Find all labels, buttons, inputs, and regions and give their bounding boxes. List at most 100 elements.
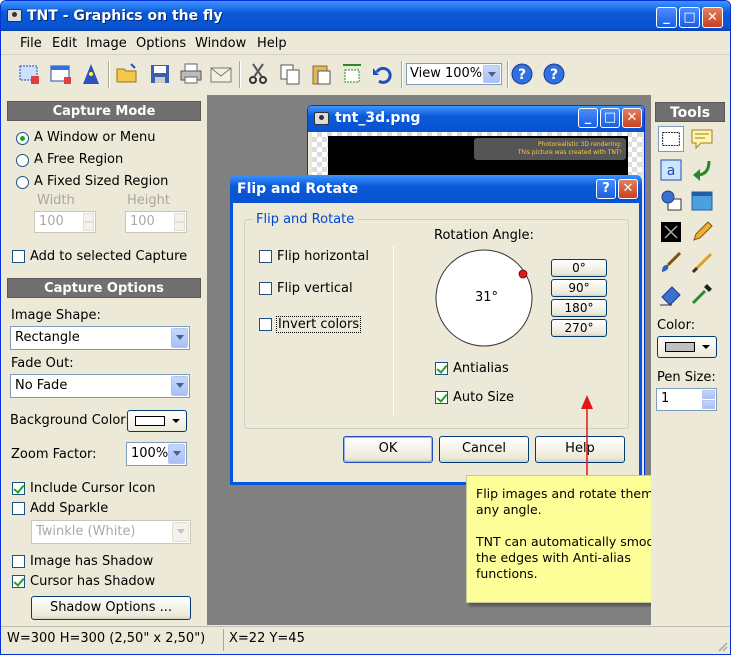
menu-help[interactable]: Help: [257, 36, 287, 51]
image-window-title-bar[interactable]: tnt_3d.png _ □ ✕: [308, 106, 644, 132]
chevron-down-icon[interactable]: [168, 444, 185, 464]
ok-button[interactable]: OK: [343, 436, 433, 463]
comment-tool-icon[interactable]: [689, 126, 715, 152]
angle-270-button[interactable]: 270°: [551, 319, 607, 337]
context-help-icon[interactable]: ?: [510, 62, 534, 86]
resize-grip-icon[interactable]: [716, 640, 728, 652]
zoom-factor-select[interactable]: 100%: [126, 442, 187, 466]
arrow-tool-icon[interactable]: [689, 157, 715, 183]
background-color-picker[interactable]: [127, 410, 187, 432]
title-bar[interactable]: TNT - Graphics on the fly _ □ ✕: [1, 1, 730, 31]
flip-horizontal-checkbox[interactable]: [259, 250, 272, 263]
height-spinner[interactable]: 100: [125, 211, 187, 233]
menu-file[interactable]: File: [20, 36, 42, 51]
image-shadow-checkbox[interactable]: [12, 555, 25, 568]
select-tool-icon[interactable]: [658, 126, 684, 152]
image-shadow-label[interactable]: Image has Shadow: [30, 554, 153, 569]
capture-region-icon[interactable]: [17, 62, 41, 86]
cut-icon[interactable]: [246, 62, 270, 86]
open-folder-icon[interactable]: [115, 62, 139, 86]
dialog-help-button[interactable]: ?: [596, 179, 616, 199]
sparkle-select[interactable]: Twinkle (White): [31, 520, 191, 544]
help-icon[interactable]: ?: [542, 62, 566, 86]
angle-180-button[interactable]: 180°: [551, 299, 607, 317]
eyedropper-tool-icon[interactable]: [689, 281, 715, 307]
spin-down-icon[interactable]: [702, 400, 715, 409]
dialog-close-button[interactable]: ✕: [618, 179, 638, 199]
save-icon[interactable]: [148, 62, 172, 86]
fade-out-select[interactable]: No Fade: [10, 374, 190, 398]
text-tool-icon[interactable]: a: [658, 157, 684, 183]
add-sparkle-label[interactable]: Add Sparkle: [30, 501, 108, 516]
print-icon[interactable]: [179, 62, 203, 86]
line-tool-icon[interactable]: [689, 250, 715, 276]
toolbar: View 100% ? ?: [1, 56, 730, 94]
image-minimize-button[interactable]: _: [578, 108, 598, 128]
fade-out-label: Fade Out:: [11, 356, 74, 371]
auto-size-label[interactable]: Auto Size: [453, 390, 514, 405]
cursor-shadow-label[interactable]: Cursor has Shadow: [30, 574, 155, 589]
view-zoom-select[interactable]: View 100%: [406, 63, 502, 85]
capture-window-icon[interactable]: [49, 62, 73, 86]
flip-vertical-checkbox[interactable]: [259, 282, 272, 295]
angle-90-button[interactable]: 90°: [551, 279, 607, 297]
image-shape-select[interactable]: Rectangle: [10, 326, 190, 350]
cancel-button[interactable]: Cancel: [439, 436, 529, 463]
menu-options[interactable]: Options: [136, 36, 186, 51]
radio-window-or-menu[interactable]: [16, 132, 29, 145]
radio-free-region[interactable]: [16, 154, 29, 167]
resize-icon[interactable]: [340, 62, 364, 86]
paste-icon[interactable]: [309, 62, 333, 86]
brush-tool-icon[interactable]: [658, 250, 684, 276]
cursor-shadow-checkbox[interactable]: [12, 575, 25, 588]
chevron-down-icon[interactable]: [172, 522, 189, 542]
menu-edit[interactable]: Edit: [52, 36, 77, 51]
radio-fixed-region[interactable]: [16, 176, 29, 189]
dialog-title-bar[interactable]: Flip and Rotate ? ✕: [230, 175, 642, 203]
add-sparkle-checkbox[interactable]: [12, 502, 25, 515]
chevron-down-icon[interactable]: [171, 328, 188, 348]
color-tool-icon[interactable]: [658, 219, 684, 245]
undo-icon[interactable]: [371, 62, 395, 86]
radio-free-region-label[interactable]: A Free Region: [34, 152, 123, 167]
pen-color-picker[interactable]: [657, 336, 717, 358]
pen-size-spinner[interactable]: 1: [656, 388, 717, 411]
shadow-options-button[interactable]: Shadow Options ...: [31, 596, 191, 620]
close-button[interactable]: ✕: [702, 7, 723, 28]
image-close-button[interactable]: ✕: [622, 108, 642, 128]
angle-0-button[interactable]: 0°: [551, 259, 607, 277]
flip-vertical-label[interactable]: Flip vertical: [277, 281, 353, 296]
add-to-selected-label[interactable]: Add to selected Capture: [30, 249, 187, 264]
camera-app-icon[interactable]: [7, 9, 22, 22]
width-label: Width: [37, 193, 75, 208]
width-spinner[interactable]: 100: [34, 211, 96, 233]
add-to-selected-checkbox[interactable]: [12, 250, 25, 263]
wizard-icon[interactable]: [79, 62, 103, 86]
group-divider: [393, 246, 394, 416]
pencil-tool-icon[interactable]: [689, 219, 715, 245]
invert-colors-label[interactable]: Invert colors: [275, 316, 362, 333]
minimize-button[interactable]: _: [656, 7, 677, 28]
include-cursor-checkbox[interactable]: [12, 482, 25, 495]
image-maximize-button[interactable]: □: [600, 108, 620, 128]
invert-colors-checkbox[interactable]: [259, 318, 272, 331]
auto-size-checkbox[interactable]: [435, 391, 448, 404]
menu-image[interactable]: Image: [86, 36, 127, 51]
eraser-tool-icon[interactable]: [658, 281, 684, 307]
color-label: Color:: [657, 318, 696, 333]
spin-up-icon[interactable]: [702, 390, 715, 399]
radio-window-or-menu-label[interactable]: A Window or Menu: [34, 130, 156, 145]
radio-fixed-region-label[interactable]: A Fixed Sized Region: [34, 174, 168, 189]
email-icon[interactable]: [209, 62, 233, 86]
copy-icon[interactable]: [278, 62, 302, 86]
maximize-button[interactable]: □: [679, 7, 700, 28]
fill-tool-icon[interactable]: [689, 188, 715, 214]
shapes-tool-icon[interactable]: [658, 188, 684, 214]
antialias-checkbox[interactable]: [435, 362, 448, 375]
chevron-down-icon[interactable]: [483, 65, 500, 83]
antialias-label[interactable]: Antialias: [453, 361, 509, 376]
flip-horizontal-label[interactable]: Flip horizontal: [277, 249, 369, 264]
include-cursor-label[interactable]: Include Cursor Icon: [30, 481, 156, 496]
chevron-down-icon[interactable]: [171, 376, 188, 396]
menu-window[interactable]: Window: [195, 36, 246, 51]
